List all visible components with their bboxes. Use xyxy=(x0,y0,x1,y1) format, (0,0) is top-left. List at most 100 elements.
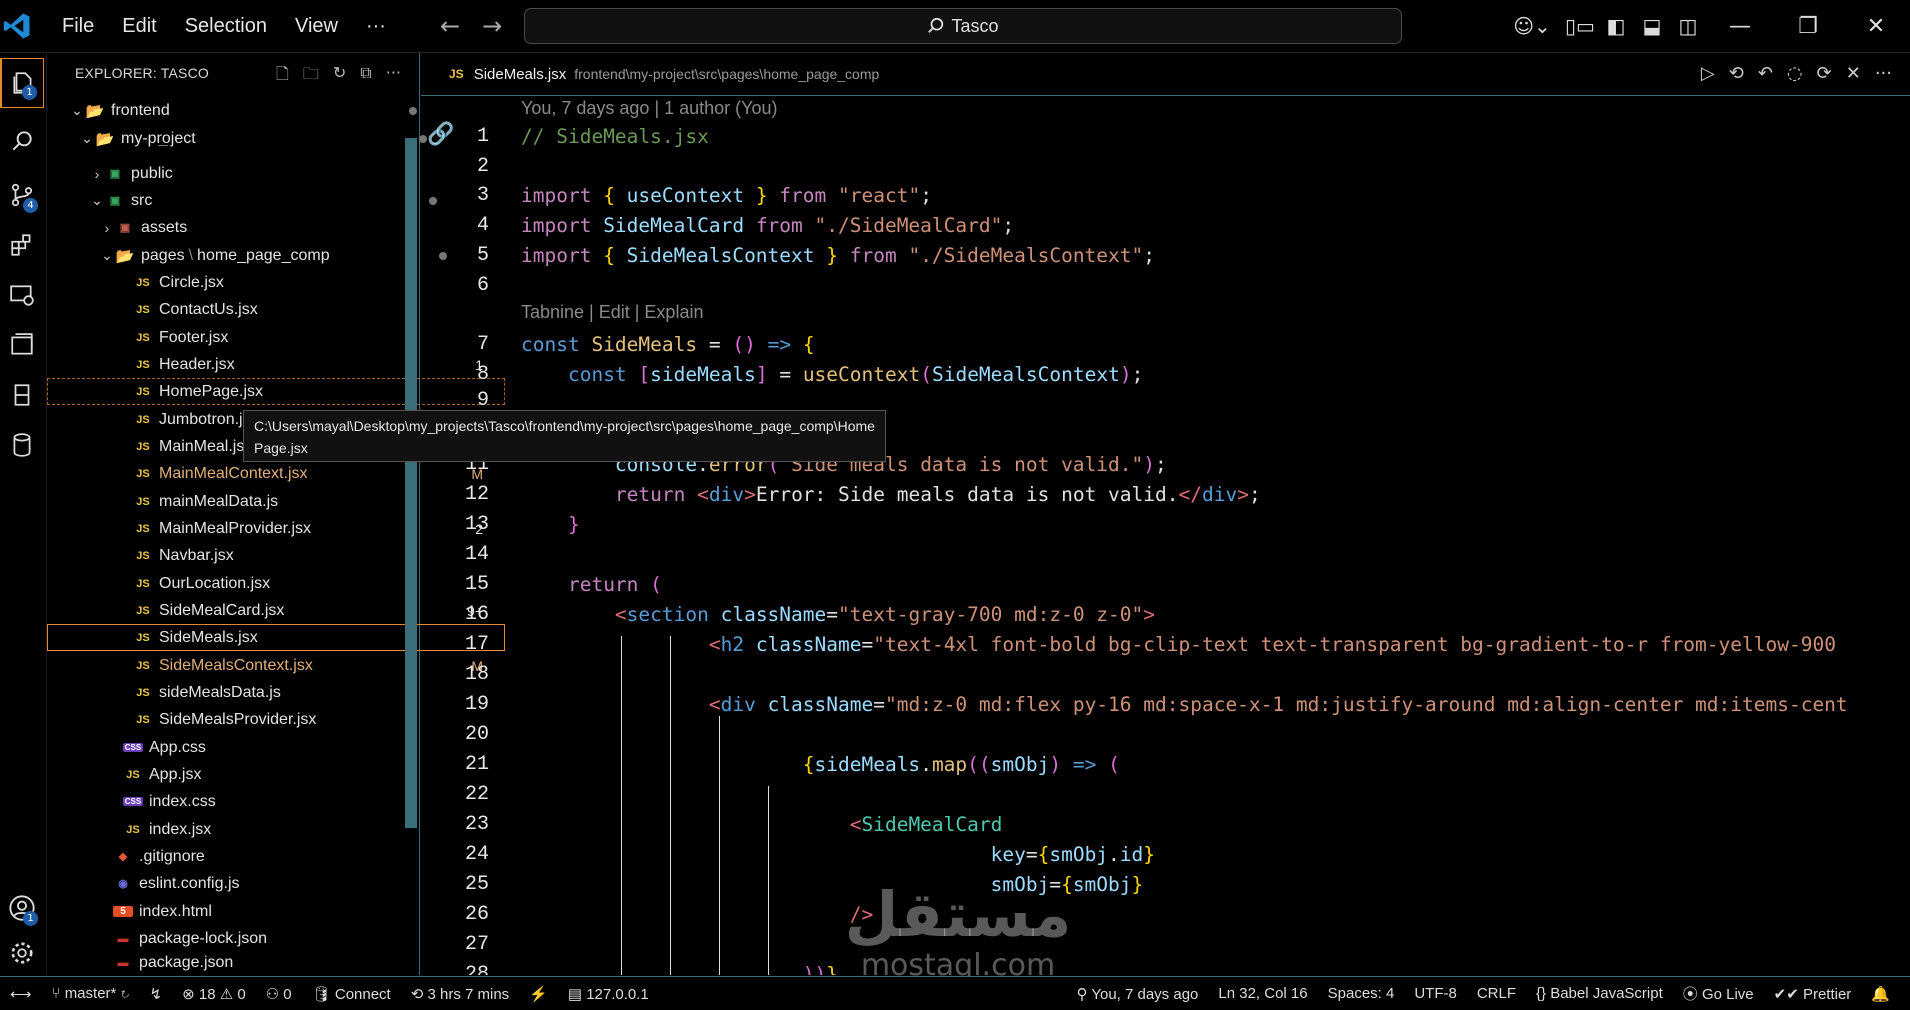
problems-indicator[interactable]: ⊗ 18 ⚠ 0 xyxy=(172,985,256,1003)
tree-folder-frontend[interactable]: ⌄ 📂 frontend xyxy=(47,97,441,124)
encoding[interactable]: UTF-8 xyxy=(1404,985,1467,1002)
lightning-icon[interactable]: ⚡ xyxy=(519,985,558,1003)
run-icon[interactable]: ▷ xyxy=(1701,63,1715,84)
ports-indicator[interactable]: ⚇ 0 xyxy=(256,985,302,1003)
refresh-icon[interactable]: ↻ xyxy=(333,63,346,90)
code-line: 18 xyxy=(464,662,489,686)
next-change-icon[interactable]: ⟳ xyxy=(1817,63,1832,84)
menu-edit[interactable]: Edit xyxy=(108,15,170,38)
end-of-line[interactable]: CRLF xyxy=(1467,985,1526,1002)
notebook-icon[interactable] xyxy=(0,370,44,420)
folder-assets-icon: ▣ xyxy=(119,222,131,234)
menu-more[interactable]: ··· xyxy=(352,15,400,38)
indentation[interactable]: Spaces: 4 xyxy=(1318,985,1405,1002)
panels-icon[interactable] xyxy=(0,320,44,370)
code-line: 25 smObj ={smObj} xyxy=(464,872,1144,896)
copilot-icon[interactable]: ☺⌄ xyxy=(1502,0,1562,52)
tree-file[interactable]: ▬ package-lock.json xyxy=(47,925,485,952)
toggle-secondary-sidebar-icon[interactable]: ◫ xyxy=(1670,0,1706,52)
accounts-badge: 1 xyxy=(23,911,38,926)
command-center-search[interactable]: Tasco xyxy=(524,8,1402,44)
connect-button[interactable]: 🛢 Connect xyxy=(302,985,401,1003)
tabnine-lens[interactable]: Tabnine | Edit | Explain xyxy=(521,302,703,323)
code-line: 8 const [sideMeals] = useContext(SideMea… xyxy=(476,362,1144,386)
menu-view[interactable]: View xyxy=(281,15,352,38)
css-file-icon: CSS xyxy=(123,743,143,752)
tab-sidemeals[interactable]: JS SideMeals.jsx frontend\my-project\src… xyxy=(449,53,879,95)
previous-change-icon[interactable]: ◌ xyxy=(1787,63,1803,84)
modified-dot xyxy=(409,106,417,115)
git-blame-lens[interactable]: You, 7 days ago | 1 author (You) xyxy=(521,98,778,119)
sidebar-scrollbar[interactable] xyxy=(405,138,417,828)
collapse-all-icon[interactable]: ⧉ xyxy=(360,63,371,90)
close-editor-icon[interactable]: ✕ xyxy=(1846,63,1861,84)
forward-arrow-icon[interactable]: → xyxy=(482,12,502,40)
open-changes-icon[interactable]: ↶ xyxy=(1758,63,1773,84)
tree-file[interactable]: ◉ eslint.config.js xyxy=(47,870,485,897)
explorer-badge: 1 xyxy=(22,85,37,100)
more-actions-icon[interactable]: ··· xyxy=(1875,63,1892,84)
explorer-icon[interactable]: 1 xyxy=(0,58,44,108)
database-icon[interactable] xyxy=(0,420,44,470)
accounts-icon[interactable]: 1 xyxy=(0,883,44,933)
code-line: 2 xyxy=(476,154,489,178)
search-icon xyxy=(928,17,944,33)
go-live-button[interactable]: ⦿ Go Live xyxy=(1673,983,1764,1004)
code-editor[interactable]: You, 7 days ago | 1 author (You) 🔗 1// S… xyxy=(421,96,1910,975)
close-window-icon[interactable]: ✕ xyxy=(1842,0,1910,52)
tree-file[interactable]: ◆ .gitignore xyxy=(47,843,485,870)
chevron-right-icon: › xyxy=(104,219,110,236)
nav-arrows: ← → xyxy=(440,12,502,40)
js-file-icon: JS xyxy=(136,495,150,508)
tree-file[interactable]: 5 index.html xyxy=(47,898,485,925)
settings-gear-icon[interactable] xyxy=(0,928,44,978)
remote-icon[interactable]: ⟷ xyxy=(0,985,42,1003)
extensions-icon[interactable] xyxy=(0,220,44,270)
js-file-icon: JS xyxy=(449,67,464,81)
code-line: 14 xyxy=(464,542,489,566)
js-file-icon: JS xyxy=(136,522,150,535)
coding-time[interactable]: ⟲ 3 hrs 7 mins xyxy=(401,985,519,1003)
titlebar-right: ☺⌄ ▯▭ ◧ ⬓ ◫ — ❐ ✕ xyxy=(1502,0,1910,52)
toggle-panel-icon[interactable]: ⬓ xyxy=(1634,0,1670,52)
notifications-icon[interactable]: 🔔 xyxy=(1861,985,1900,1003)
language-mode[interactable]: {} Babel JavaScript xyxy=(1526,985,1673,1002)
folder-src-icon: ▣ xyxy=(109,195,121,207)
timeline-icon[interactable]: ⟲ xyxy=(1729,63,1744,84)
back-arrow-icon[interactable]: ← xyxy=(440,12,460,40)
js-file-icon: JS xyxy=(136,358,150,371)
prettier-status[interactable]: ✔✔ Prettier xyxy=(1764,985,1862,1003)
restore-icon[interactable]: ❐ xyxy=(1774,0,1842,52)
activity-bar: 1 4 1 xyxy=(0,53,47,975)
customize-layout-icon[interactable]: ▯▭ xyxy=(1562,0,1598,52)
menu-file[interactable]: File xyxy=(48,15,108,38)
tree-folder-public[interactable]: › ▣ public xyxy=(47,160,461,187)
server-indicator[interactable]: ▤ 127.0.0.1 xyxy=(558,985,659,1003)
cursor-position[interactable]: Ln 32, Col 16 xyxy=(1208,985,1317,1002)
editor-tab-bar: JS SideMeals.jsx frontend\my-project\src… xyxy=(421,53,1910,96)
sync-icon[interactable]: ↯ xyxy=(140,985,173,1003)
js-file-icon: JS xyxy=(136,659,150,672)
code-line: 28 ))} xyxy=(464,962,838,976)
js-file-icon: JS xyxy=(136,385,150,398)
npm-file-icon: ▬ xyxy=(117,957,129,969)
git-branch[interactable]: ⑂ master* ↻ xyxy=(42,985,140,1002)
search-activity-icon[interactable] xyxy=(0,116,44,166)
js-file-icon: JS xyxy=(136,713,150,726)
menu-selection[interactable]: Selection xyxy=(171,15,281,38)
chevron-down-icon: ⌄ xyxy=(71,102,83,118)
new-file-icon[interactable]: 🗋 xyxy=(276,63,289,90)
toggle-sidebar-icon[interactable]: ◧ xyxy=(1598,0,1634,52)
tree-file[interactable]: ▬ package.json xyxy=(47,952,485,974)
new-folder-icon[interactable]: 🗀 xyxy=(303,63,319,90)
tree-folder-src[interactable]: ⌄ ▣ src xyxy=(47,187,461,214)
code-line: 15 return ( xyxy=(464,572,662,596)
source-control-icon[interactable]: 4 xyxy=(0,170,44,220)
remote-explorer-icon[interactable] xyxy=(0,270,44,320)
more-actions-icon[interactable]: ··· xyxy=(386,63,401,90)
git-blame-status[interactable]: ⚲ You, 7 days ago xyxy=(1066,985,1208,1003)
title-bar: File Edit Selection View ··· ← → Tasco ☺… xyxy=(0,0,1910,53)
code-line: 23 < SideMealCard xyxy=(464,812,1003,836)
code-line: 20 xyxy=(464,722,489,746)
minimize-icon[interactable]: — xyxy=(1706,0,1774,52)
